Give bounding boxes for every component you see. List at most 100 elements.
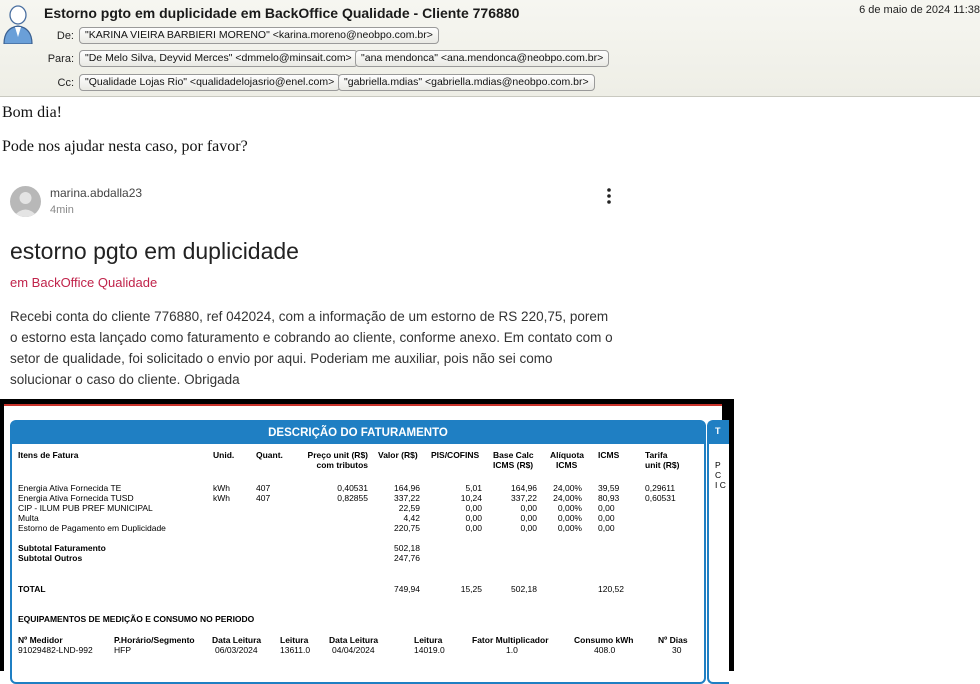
equip-header: Data Leitura: [212, 635, 262, 645]
invoice-table: DESCRIÇÃO DO FATURAMENTO Itens de Fatura…: [10, 420, 706, 684]
table-cell: 0,40531: [337, 483, 368, 493]
table-cell: Energia Ativa Fornecida TE: [18, 483, 122, 493]
equip-header: Leitura: [280, 635, 309, 645]
contact-avatar-icon: [3, 5, 33, 44]
invoice-sheet: DESCRIÇÃO DO FATURAMENTO Itens de Fatura…: [4, 404, 729, 684]
to-label: Para:: [47, 53, 74, 65]
equip-cell: 91029482-LND-992: [18, 645, 93, 655]
table-cell: Energia Ativa Fornecida TUSD: [18, 493, 134, 503]
cc-label: Cc:: [57, 77, 75, 89]
cc-recipient-chip[interactable]: "Qualidade Lojas Rio" <qualidadelojasrio…: [79, 74, 341, 91]
table-cell: 164,96: [511, 483, 537, 493]
post-time: 4min: [50, 204, 74, 216]
col-header-tarifa-sub: unit (R$): [645, 460, 680, 470]
table-cell: 220,75: [394, 523, 420, 533]
table-cell: Estorno de Pagamento em Duplicidade: [18, 523, 166, 533]
table-cell: 5,01: [465, 483, 482, 493]
col-header-aliq-sub: ICMS: [556, 460, 578, 470]
table-cell: 337,22: [511, 493, 537, 503]
invoice-attachment-image: DESCRIÇÃO DO FATURAMENTO Itens de Fatura…: [0, 399, 734, 684]
table-cell: 0,00: [598, 503, 615, 513]
table-cell: 39,59: [598, 483, 620, 493]
side-panel-text: C: [715, 470, 722, 480]
col-header-preco: Preço unit (R$): [307, 450, 368, 460]
email-request: Pode nos ajudar nesta caso, por favor?: [2, 138, 248, 155]
equip-header: Leitura: [414, 635, 443, 645]
cc-recipient-chip[interactable]: "gabriella.mdias" <gabriella.mdias@neobp…: [338, 74, 595, 91]
post-category-link[interactable]: em BackOffice Qualidade: [10, 275, 157, 290]
equip-cell: 04/04/2024: [332, 645, 375, 655]
table-cell: 337,22: [394, 493, 420, 503]
table-cell: 0,00: [520, 503, 537, 513]
post-body: Recebi conta do cliente 776880, ref 0420…: [10, 309, 613, 387]
side-panel-text: P: [715, 460, 721, 470]
table-cell: 0,00%: [557, 503, 582, 513]
total-icms: 120,52: [598, 584, 624, 594]
col-header-preco-sub: com tributos: [316, 460, 368, 470]
equip-header: Fator Multiplicador: [472, 635, 549, 645]
to-recipient-chip[interactable]: "De Melo Silva, Deyvid Merces" <dmmelo@m…: [79, 50, 358, 67]
equip-cell: 408.0: [594, 645, 616, 655]
total-valor: 749,94: [394, 584, 420, 594]
table-cell: 0,82855: [337, 493, 368, 503]
table-cell: CIP - ILUM PUB PREF MUNICIPAL: [18, 503, 153, 513]
total-pis: 15,25: [460, 584, 482, 594]
col-header-icms: ICMS: [598, 450, 620, 460]
col-header-valor: Valor (R$): [378, 450, 418, 460]
table-cell: 0,00: [598, 523, 615, 533]
email-subject: Estorno pgto em duplicidade em BackOffic…: [44, 5, 520, 21]
col-header-pis: PIS/COFINS: [431, 450, 480, 460]
col-header-item: Itens de Fatura: [18, 450, 79, 460]
col-header-quant: Quant.: [256, 450, 283, 460]
table-cell: 164,96: [394, 483, 420, 493]
table-cell: 0,00: [520, 513, 537, 523]
table-cell: 0,00: [465, 513, 482, 523]
to-recipient-chip[interactable]: "ana mendonca" <ana.mendonca@neobpo.com.…: [355, 50, 610, 67]
table-cell: 24,00%: [553, 483, 582, 493]
table-cell: 10,24: [460, 493, 482, 503]
table-cell: 407: [256, 483, 271, 493]
invoice-side-panel: T P C I C: [707, 420, 729, 684]
table-cell: 0,00%: [557, 523, 582, 533]
subtotal-faturamento-value: 502,18: [394, 543, 420, 553]
equip-cell: 1.0: [506, 645, 518, 655]
equip-cell: 30: [672, 645, 682, 655]
more-options-icon[interactable]: [602, 186, 616, 206]
col-header-base: Base Calc: [493, 450, 534, 460]
table-cell: 0,00: [465, 523, 482, 533]
col-header-tarifa: Tarifa: [645, 450, 668, 460]
post-title: estorno pgto em duplicidade: [10, 238, 299, 264]
table-cell: 407: [256, 493, 271, 503]
equip-header: Nº Medidor: [18, 635, 63, 645]
equip-header: Nº Dias: [658, 635, 688, 645]
post-author[interactable]: marina.abdalla23: [50, 186, 142, 200]
table-cell: Multa: [18, 513, 39, 523]
table-cell: 0,29611: [645, 483, 676, 493]
table-cell: 80,93: [598, 493, 620, 503]
email-date: 6 de maio de 2024 11:38: [859, 4, 980, 16]
subtotal-outros-value: 247,76: [394, 553, 420, 563]
user-avatar-icon[interactable]: [10, 186, 41, 217]
total-label: TOTAL: [18, 584, 46, 594]
equip-header: Consumo kWh: [574, 635, 634, 645]
table-cell: 0,00: [598, 513, 615, 523]
table-cell: 24,00%: [553, 493, 582, 503]
equipment-title: EQUIPAMENTOS DE MEDIÇÃO E CONSUMO NO PER…: [18, 614, 255, 624]
table-cell: kWh: [213, 483, 230, 493]
table-cell: 0,00: [465, 503, 482, 513]
table-cell: kWh: [213, 493, 230, 503]
col-header-base-sub: ICMS (R$): [493, 460, 534, 470]
total-base: 502,18: [511, 584, 537, 594]
side-panel-text: I C: [715, 480, 726, 490]
equip-header: Data Leitura: [329, 635, 379, 645]
from-recipient-chip[interactable]: "KARINA VIEIRA BARBIERI MORENO" <karina.…: [79, 27, 439, 44]
table-cell: 22,59: [398, 503, 420, 513]
equip-cell: HFP: [114, 645, 131, 655]
table-cell: 4,42: [403, 513, 420, 523]
equip-cell: 06/03/2024: [215, 645, 258, 655]
subtotal-faturamento-label: Subtotal Faturamento: [18, 543, 106, 553]
table-cell: 0,00: [520, 523, 537, 533]
subtotal-outros-label: Subtotal Outros: [18, 553, 83, 563]
email-header: Estorno pgto em duplicidade em BackOffic…: [0, 0, 980, 97]
table-cell: 0,00%: [557, 513, 582, 523]
